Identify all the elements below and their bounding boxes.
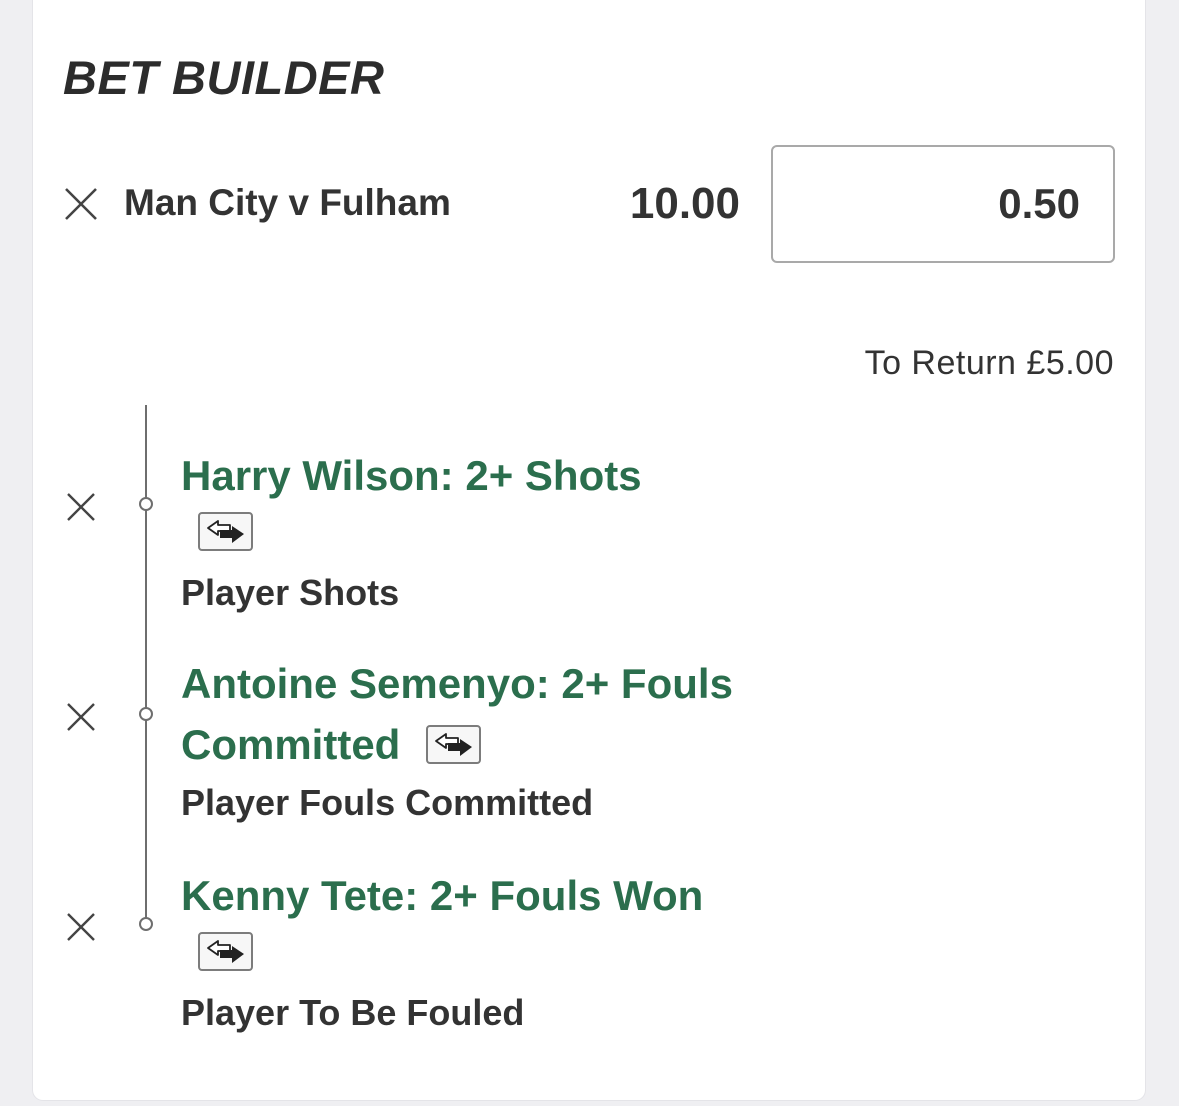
remove-selection-close-icon[interactable] [66,492,96,522]
swap-icon[interactable] [426,725,482,765]
selection-title-text: Harry Wilson: 2+ Shots [181,451,642,499]
match-name: Man City v Fulham [124,182,451,223]
remove-selection-close-icon[interactable] [66,702,96,732]
timeline-dot [139,917,153,931]
selection-title-text: Kenny Tete: 2+ Fouls Won [181,871,704,919]
selection-market: Player Shots [181,572,400,613]
selection-market: Player Fouls Committed [181,782,594,823]
stake-input[interactable] [771,145,1115,263]
selection-market: Player To Be Fouled [181,992,525,1033]
to-return-label: To Return £5.00 [864,344,1114,382]
timeline-line [145,405,147,925]
selection-title[interactable]: Kenny Tete: 2+ Fouls Won [181,864,841,925]
page-title: BET BUILDER [63,51,385,104]
odds-value: 10.00 [629,179,740,228]
selection-title-text-line2: Committed [181,720,401,768]
swap-icon[interactable] [198,512,253,551]
timeline-dot [139,497,153,511]
selection-title[interactable]: Harry Wilson: 2+ Shots [181,444,841,505]
remove-selection-close-icon[interactable] [66,912,96,942]
remove-bet-close-icon[interactable] [64,187,98,221]
timeline-dot [139,707,153,721]
selection-title[interactable]: Antoine Semenyo: 2+ Fouls Committed [181,655,841,774]
swap-icon[interactable] [198,932,253,971]
selection-title-text: Antoine Semenyo: 2+ Fouls [181,660,733,707]
